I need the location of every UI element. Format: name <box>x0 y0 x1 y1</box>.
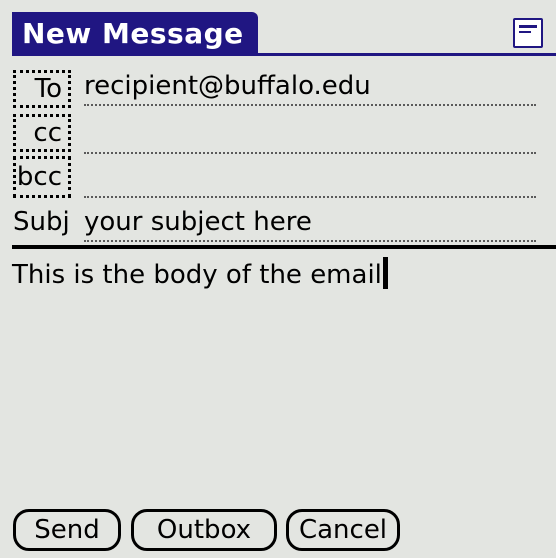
to-button[interactable]: To <box>13 70 71 108</box>
cc-row: cc <box>0 112 556 154</box>
text-cursor <box>382 257 388 289</box>
subject-row: Subj your subject here <box>0 202 556 244</box>
cancel-button[interactable]: Cancel <box>286 509 400 551</box>
subject-label: Subj <box>13 207 70 237</box>
to-row: To recipient@buffalo.edu <box>0 68 556 110</box>
subject-field[interactable]: your subject here <box>84 204 536 242</box>
title-divider <box>12 53 556 56</box>
send-button[interactable]: Send <box>13 509 121 551</box>
bcc-row: bcc <box>0 156 556 198</box>
new-message-screen: New Message To recipient@buffalo.edu cc … <box>0 0 556 558</box>
window-title: New Message <box>12 12 258 56</box>
menu-icon-bar <box>519 25 537 28</box>
cc-button[interactable]: cc <box>13 114 71 152</box>
body-divider <box>12 245 556 249</box>
to-field[interactable]: recipient@buffalo.edu <box>84 68 536 106</box>
cc-field[interactable] <box>84 116 536 154</box>
menu-icon[interactable] <box>513 18 543 48</box>
message-body-text: This is the body of the email <box>12 260 382 290</box>
message-body[interactable]: This is the body of the email <box>12 253 542 503</box>
menu-icon-bar <box>519 31 531 33</box>
outbox-button[interactable]: Outbox <box>131 509 277 551</box>
bcc-button[interactable]: bcc <box>13 156 71 198</box>
bcc-field[interactable] <box>84 160 536 198</box>
